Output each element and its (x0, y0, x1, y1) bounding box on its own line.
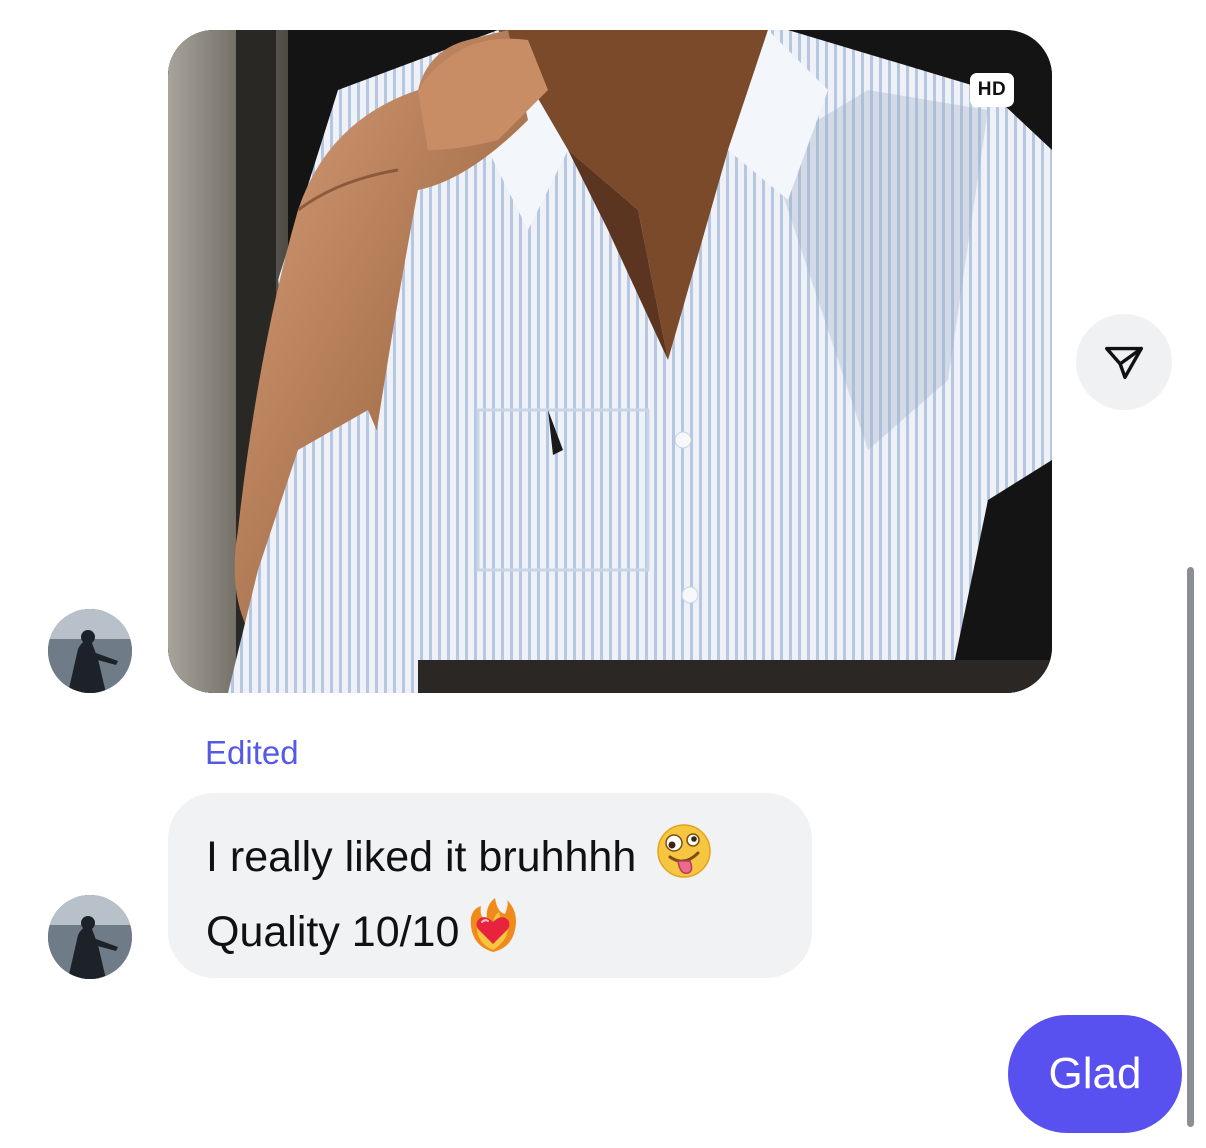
edited-label[interactable]: Edited (205, 734, 299, 772)
message-line-1: I really liked it bruhhhh (206, 823, 774, 896)
scrollbar-thumb[interactable] (1187, 567, 1194, 1127)
incoming-message-bubble[interactable]: I really liked it bruhhhh Quality 10/10 (168, 793, 812, 978)
sender-avatar[interactable] (48, 609, 132, 693)
message-text: Quality 10/10 (206, 907, 460, 956)
hd-badge: HD (970, 73, 1014, 107)
zany-face-emoji-icon (656, 823, 712, 896)
share-button[interactable] (1076, 314, 1172, 410)
photo-message[interactable]: HD (168, 30, 1052, 693)
outgoing-message-bubble[interactable]: Glad (1008, 1015, 1182, 1133)
sender-avatar[interactable] (48, 895, 132, 979)
message-line-2: Quality 10/10 (206, 896, 774, 973)
heart-on-fire-emoji-icon (463, 896, 523, 973)
message-text: I really liked it bruhhhh (206, 832, 637, 881)
paper-plane-icon (1105, 346, 1143, 380)
